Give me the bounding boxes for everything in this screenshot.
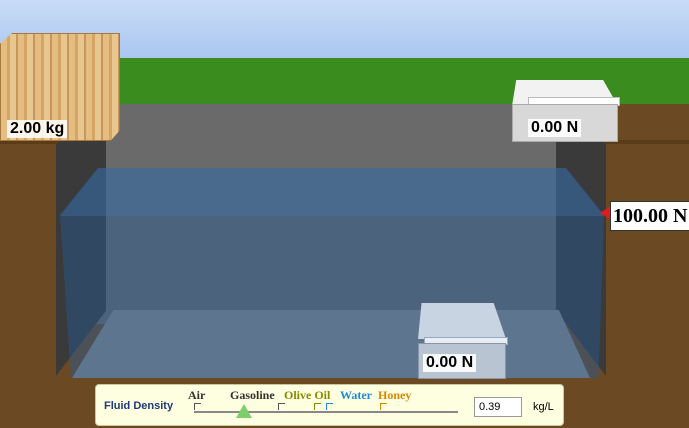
tick-olive-oil — [314, 403, 321, 410]
density-input[interactable] — [474, 397, 522, 417]
top-scale-reading: 0.00 N — [528, 119, 582, 137]
fluid-density-title: Fluid Density — [104, 400, 174, 412]
density-slider-thumb[interactable] — [236, 404, 253, 418]
tick-air — [194, 403, 201, 410]
water-surface — [60, 168, 604, 216]
fluid-label-air[interactable]: Air — [188, 388, 205, 403]
density-slider-track[interactable] — [194, 411, 458, 413]
pressure-readout[interactable]: 100.00 N — [610, 201, 689, 231]
fluid-label-gasoline[interactable]: Gasoline — [230, 388, 275, 403]
pool-scale-platform — [418, 303, 506, 339]
density-unit-label: kg/L — [533, 401, 554, 413]
wood-block-mass-label: 2.00 kg — [7, 120, 68, 138]
tick-water — [326, 403, 333, 410]
fluid-density-panel: Fluid Density Air Gasoline Olive Oil Wat… — [95, 384, 564, 426]
fluid-label-water[interactable]: Water — [340, 388, 372, 403]
pool-scale-reading: 0.00 N — [423, 354, 477, 372]
tick-honey — [380, 403, 387, 410]
tick-gasoline — [278, 403, 285, 410]
fluid-label-olive-oil[interactable]: Olive Oil — [284, 388, 330, 403]
fluid-label-honey[interactable]: Honey — [378, 388, 411, 403]
